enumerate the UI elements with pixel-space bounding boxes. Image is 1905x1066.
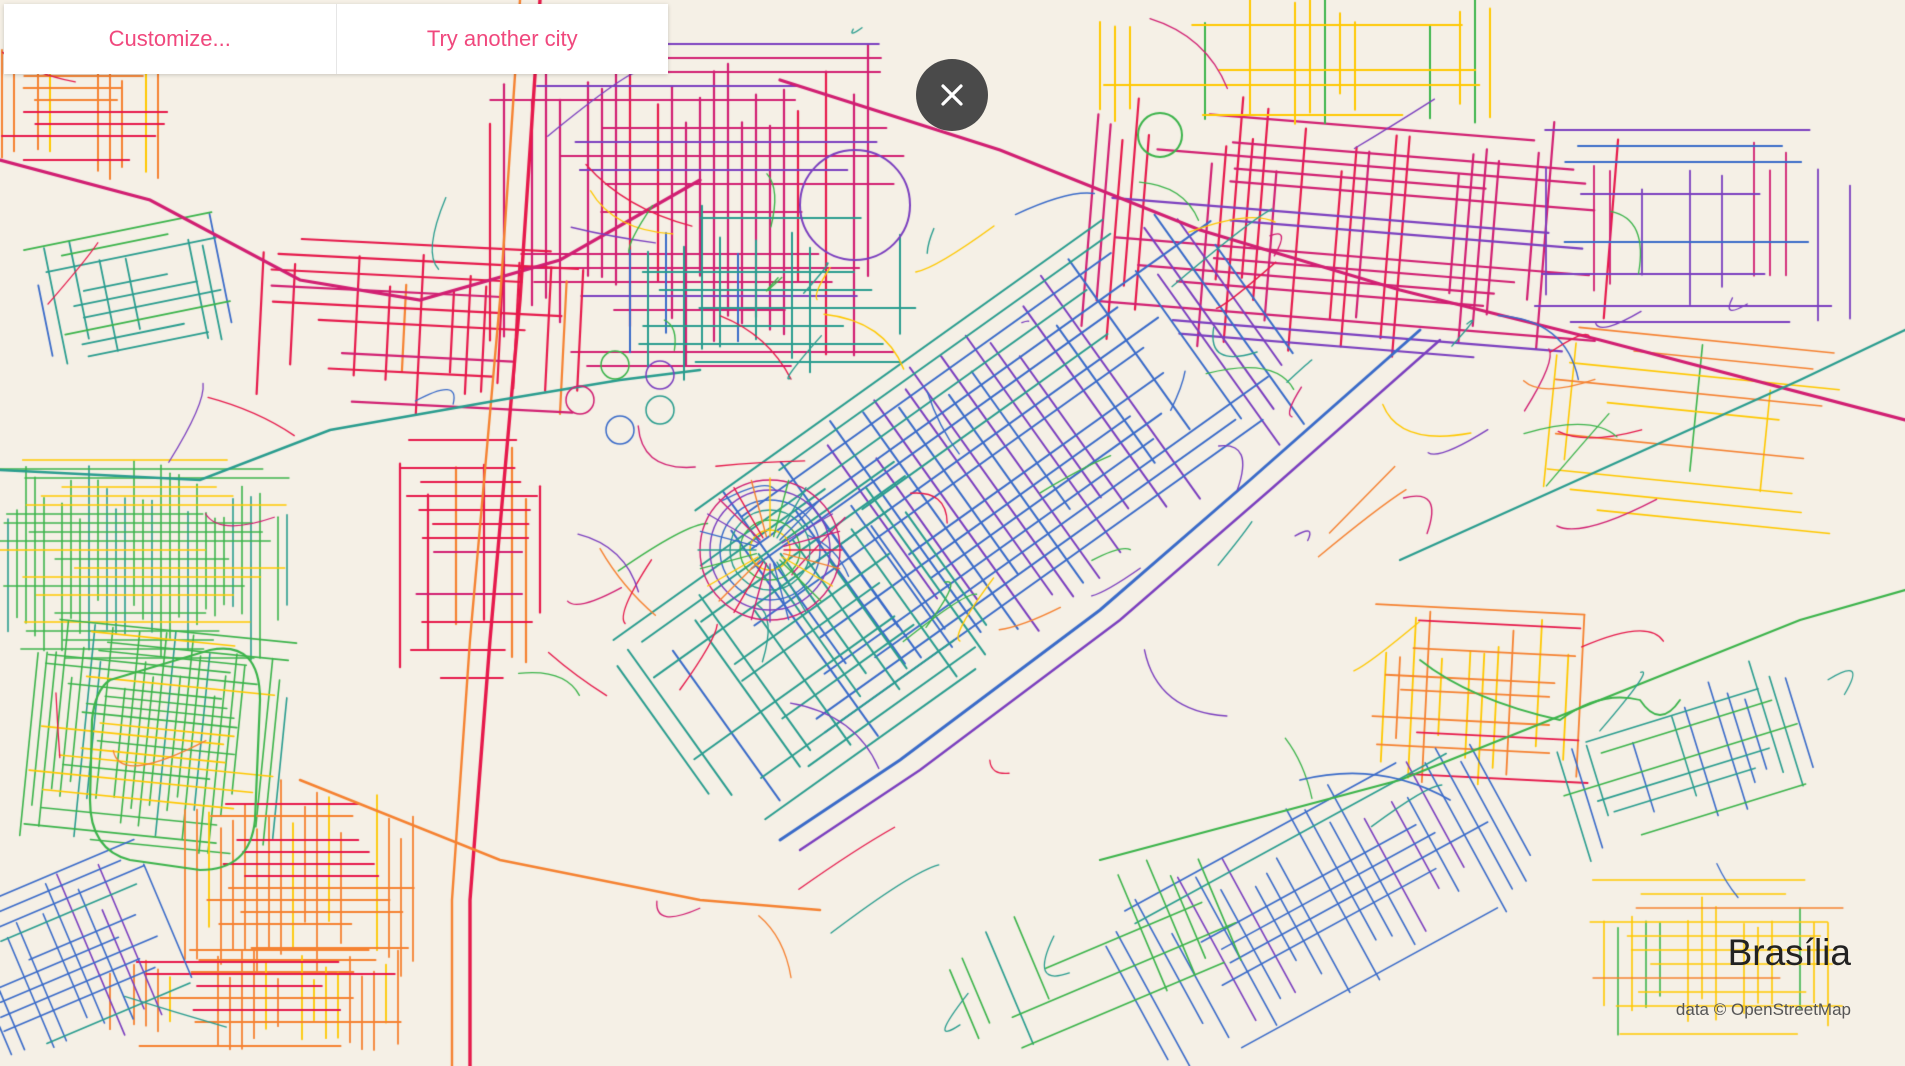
customize-button[interactable]: Customize... [4, 4, 336, 74]
close-icon [941, 84, 963, 106]
map-attribution: data © OpenStreetMap [1675, 1000, 1851, 1019]
try-another-city-button[interactable]: Try another city [337, 4, 669, 74]
close-button[interactable] [916, 59, 988, 131]
city-title: Brasília [1727, 932, 1851, 973]
top-toolbar: Customize... Try another city [4, 4, 668, 74]
street-map[interactable] [0, 0, 1905, 1066]
